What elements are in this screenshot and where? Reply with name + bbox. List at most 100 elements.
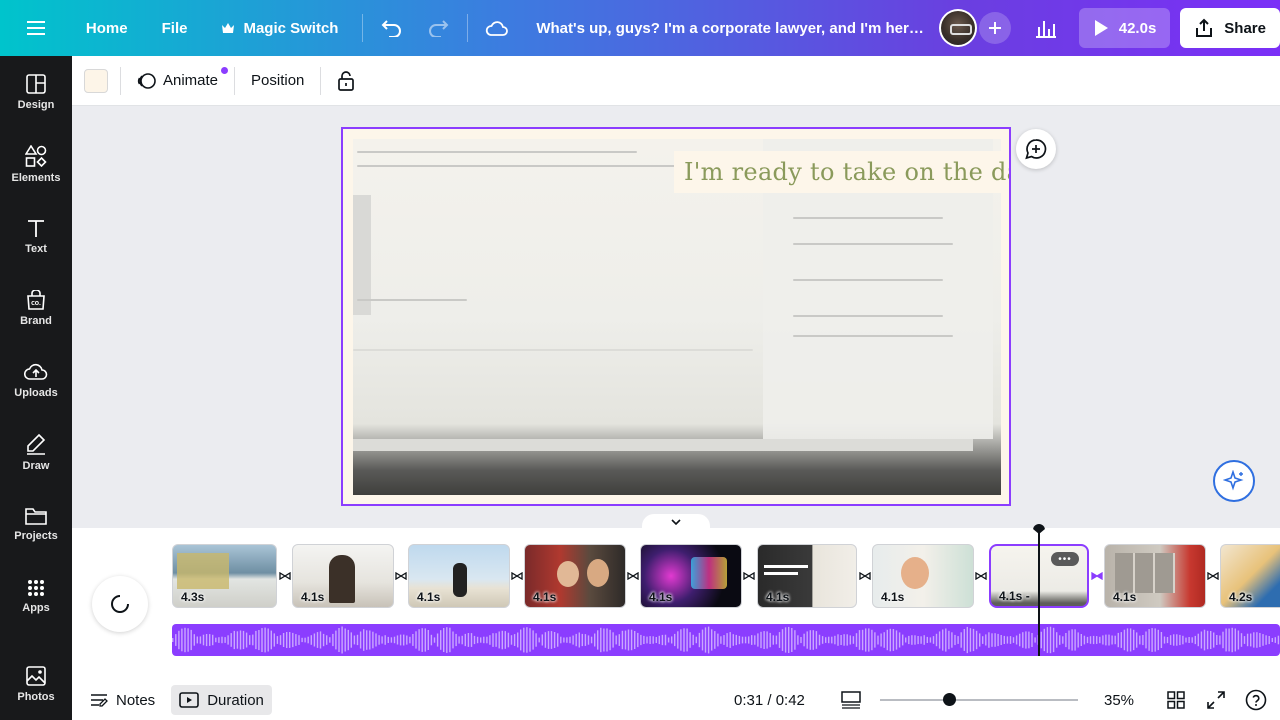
scene-more-options-button[interactable]: ••• (1051, 552, 1079, 566)
magic-switch-button[interactable]: Magic Switch (207, 10, 352, 46)
sidebar-item-text[interactable]: Text (0, 204, 72, 268)
sidebar-item-uploads[interactable]: Uploads (0, 348, 72, 412)
file-menu[interactable]: File (148, 10, 202, 46)
playhead[interactable] (1038, 528, 1040, 656)
grid-view-button[interactable] (1166, 690, 1186, 710)
transition-marker[interactable] (858, 571, 872, 581)
waveform-bar (1111, 635, 1113, 645)
zoom-slider-handle[interactable] (943, 693, 957, 706)
waveform-bar (369, 630, 371, 650)
sidebar-item-brand[interactable]: CO. Brand (0, 276, 72, 340)
waveform-bar (566, 637, 568, 643)
waveform-bar (929, 637, 932, 643)
scene-view-button[interactable] (840, 689, 862, 711)
waveform-bar (658, 635, 660, 645)
document-title[interactable]: What's up, guys? I'm a corporate lawyer,… (536, 20, 931, 37)
waveform-bar (886, 629, 888, 651)
lock-button[interactable] (333, 64, 359, 98)
transition-marker[interactable] (626, 571, 640, 581)
waveform-bar (597, 630, 599, 650)
filmstrip-icon (841, 691, 861, 709)
animate-button[interactable]: Animate (133, 64, 229, 98)
timeline-scene[interactable]: 4.1s (757, 544, 857, 608)
waveform-bar (489, 635, 491, 645)
avatar[interactable] (938, 9, 977, 47)
share-button[interactable]: Share (1180, 8, 1280, 48)
transition-marker[interactable] (974, 571, 988, 581)
timeline-scene[interactable]: 4.1s (292, 544, 394, 608)
waveform-bar (1009, 636, 1012, 644)
transition-marker[interactable] (510, 571, 524, 581)
transition-marker[interactable] (278, 571, 292, 581)
waveform-bar (430, 634, 433, 646)
sidebar: Design Elements Text CO. Brand Uploads D… (0, 56, 72, 720)
photo-text-line (793, 279, 943, 281)
waveform-bar (683, 628, 685, 652)
insights-button[interactable] (1027, 9, 1065, 47)
magic-assistant-button[interactable] (1213, 460, 1255, 502)
transition-marker-active[interactable] (1090, 571, 1104, 581)
add-comment-button[interactable] (1016, 129, 1056, 169)
crown-icon (222, 23, 235, 33)
position-button[interactable]: Position (247, 64, 308, 98)
sidebar-item-design[interactable]: Design (0, 60, 72, 124)
waveform-bar (1182, 635, 1184, 645)
waveform-bar (1046, 627, 1049, 653)
transition-marker[interactable] (394, 571, 408, 581)
waveform-bar (1062, 636, 1064, 644)
audio-track[interactable] (172, 624, 1280, 656)
timeline-scene[interactable]: 4.1s (1104, 544, 1206, 608)
sidebar-item-elements[interactable]: Elements (0, 132, 72, 196)
timeline-scene[interactable]: 4.1s (408, 544, 510, 608)
zoom-slider[interactable] (880, 693, 1078, 706)
bottom-bar: Notes Duration 0:31 / 0:42 35% (72, 680, 1280, 720)
timeline-scene[interactable]: 4.1s (872, 544, 974, 608)
timeline-scene[interactable]: 4.1s (640, 544, 742, 608)
divider (120, 66, 121, 95)
waveform-bar (412, 634, 414, 646)
transition-marker[interactable] (1206, 571, 1220, 581)
divider (467, 14, 469, 42)
transition-marker[interactable] (742, 571, 756, 581)
notes-button[interactable]: Notes (82, 685, 163, 715)
waveform-bar (781, 629, 784, 651)
photo-screen-edge (353, 195, 371, 315)
waveform-bar (569, 636, 571, 644)
timeline-scene[interactable]: 4.2s (1220, 544, 1280, 608)
duration-button[interactable]: Duration (171, 685, 272, 715)
timeline-scene[interactable]: 4.3s (172, 544, 277, 608)
timeline-scene[interactable]: 4.1s (524, 544, 626, 608)
sidebar-item-apps[interactable]: Apps (0, 564, 72, 628)
waveform-bar (1185, 637, 1187, 643)
help-button[interactable] (1244, 688, 1268, 712)
scene-person-thumb (587, 559, 609, 587)
scene-person-thumb (901, 557, 929, 589)
zoom-level[interactable]: 35% (1104, 692, 1134, 709)
home-link[interactable]: Home (72, 10, 142, 46)
add-collaborator-button[interactable] (978, 12, 1011, 44)
waveform-bar (1213, 632, 1215, 648)
collapse-timeline-button[interactable] (642, 514, 710, 530)
redo-button[interactable] (419, 9, 457, 47)
design-canvas[interactable]: I'm ready to take on the day! (341, 127, 1011, 506)
sidebar-item-draw[interactable]: Draw (0, 420, 72, 484)
waveform-bar (390, 637, 393, 643)
undo-button[interactable] (373, 9, 411, 47)
waveform-bar (926, 636, 928, 643)
waveform-bar (1225, 628, 1227, 652)
canvas-caption-text[interactable]: I'm ready to take on the day! (674, 151, 1009, 193)
waveform-bar (359, 631, 362, 649)
waveform-bar (529, 628, 531, 652)
waveform-bar (760, 631, 762, 649)
waveform-bar (372, 631, 374, 649)
fullscreen-button[interactable] (1206, 690, 1226, 710)
waveform-bar (741, 636, 744, 644)
waveform-bar (1068, 630, 1070, 650)
cloud-save-status[interactable] (478, 9, 516, 47)
menu-button[interactable] (0, 0, 72, 56)
sidebar-item-projects[interactable]: Projects (0, 492, 72, 556)
sidebar-item-photos[interactable]: Photos (0, 652, 72, 716)
background-color-swatch[interactable] (84, 68, 108, 93)
present-play-button[interactable]: 42.0s (1078, 8, 1171, 48)
waveform-bar (572, 635, 574, 645)
